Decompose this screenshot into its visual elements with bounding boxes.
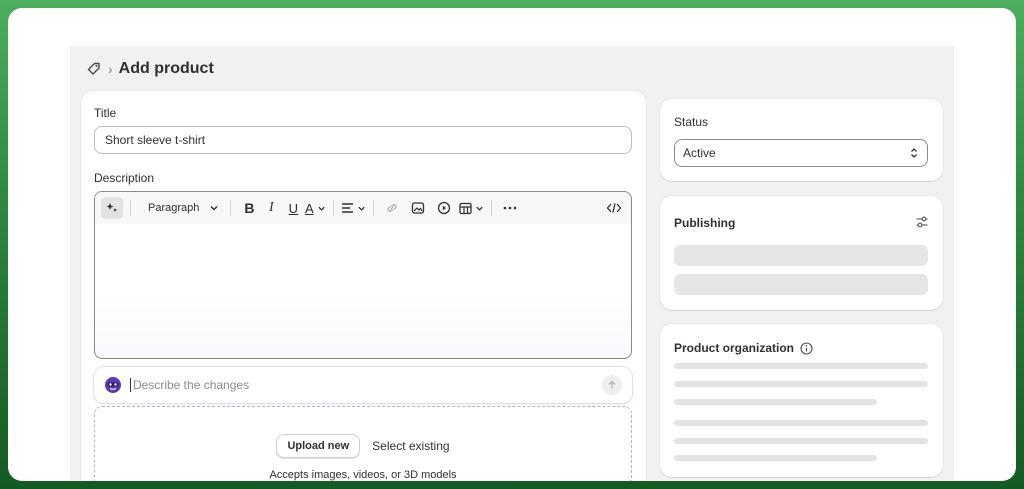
video-icon[interactable] xyxy=(433,197,455,219)
skeleton-block xyxy=(674,274,928,295)
upload-new-button[interactable]: Upload new xyxy=(276,434,361,458)
bold-icon[interactable]: B xyxy=(238,197,260,219)
tag-icon[interactable] xyxy=(86,61,102,77)
media-dropzone[interactable]: Upload new Select existing Accepts image… xyxy=(94,406,632,481)
skeleton-line xyxy=(674,399,877,405)
toolbar-divider xyxy=(130,200,131,216)
description-label: Description xyxy=(94,171,155,185)
title-input-value: Short sleeve t-shirt xyxy=(105,133,206,147)
status-card: Status Active xyxy=(660,99,943,181)
ai-prompt-placeholder: Describe the changes xyxy=(133,378,250,392)
browser-frame: › Add product Title Short sleeve t-shirt… xyxy=(8,8,1016,481)
description-editor[interactable]: Paragraph B I U A xyxy=(94,191,632,359)
publishing-title: Publishing xyxy=(674,216,736,230)
breadcrumb: › Add product xyxy=(86,58,214,80)
skeleton-line xyxy=(674,363,928,369)
send-arrow-icon[interactable] xyxy=(602,375,622,395)
breadcrumb-separator: › xyxy=(108,61,113,77)
paragraph-label: Paragraph xyxy=(148,202,200,214)
info-icon[interactable] xyxy=(800,341,813,355)
page-title: Add product xyxy=(118,60,214,77)
table-icon[interactable] xyxy=(459,197,484,219)
more-icon[interactable] xyxy=(499,197,521,219)
publishing-card: Publishing xyxy=(660,196,943,310)
text-caret xyxy=(130,378,131,392)
status-value: Active xyxy=(683,146,716,160)
media-accepts-text: Accepts images, videos, or 3D models xyxy=(269,469,457,481)
skeleton-block xyxy=(674,245,928,266)
image-icon[interactable] xyxy=(407,197,429,219)
title-label: Title xyxy=(94,106,117,120)
toolbar-divider xyxy=(333,200,335,216)
status-title: Status xyxy=(674,115,709,129)
sidekick-icon xyxy=(104,376,122,394)
product-organization-title: Product organization xyxy=(674,341,794,355)
chevron-down-icon xyxy=(210,206,218,211)
toolbar-divider xyxy=(230,200,232,216)
link-icon[interactable] xyxy=(381,197,403,219)
code-icon[interactable] xyxy=(603,197,625,219)
ai-prompt-bar[interactable]: Describe the changes xyxy=(94,367,632,403)
title-input[interactable]: Short sleeve t-shirt xyxy=(94,126,632,154)
text-color-icon[interactable]: A xyxy=(304,197,326,219)
skeleton-line xyxy=(674,438,928,444)
magic-icon[interactable] xyxy=(101,197,123,219)
media-actions: Upload new Select existing xyxy=(95,434,631,458)
editor-toolbar: Paragraph B I U A xyxy=(95,192,631,224)
align-icon[interactable] xyxy=(341,197,366,219)
skeleton-line xyxy=(674,381,928,387)
toolbar-divider xyxy=(373,200,375,216)
product-organization-card: Product organization xyxy=(660,324,943,477)
select-existing-link[interactable]: Select existing xyxy=(372,439,449,453)
status-select[interactable]: Active xyxy=(674,139,928,167)
paragraph-dropdown[interactable]: Paragraph xyxy=(138,197,223,219)
italic-icon[interactable]: I xyxy=(260,197,282,219)
product-details-card: Title Short sleeve t-shirt Description P… xyxy=(81,91,646,481)
select-chevrons-icon xyxy=(911,148,917,158)
admin-page: › Add product Title Short sleeve t-shirt… xyxy=(70,46,954,481)
underline-icon[interactable]: U xyxy=(282,197,304,219)
settings-sliders-icon[interactable] xyxy=(915,215,929,234)
skeleton-line xyxy=(674,455,877,461)
toolbar-divider xyxy=(491,200,493,216)
skeleton-line xyxy=(674,420,928,426)
